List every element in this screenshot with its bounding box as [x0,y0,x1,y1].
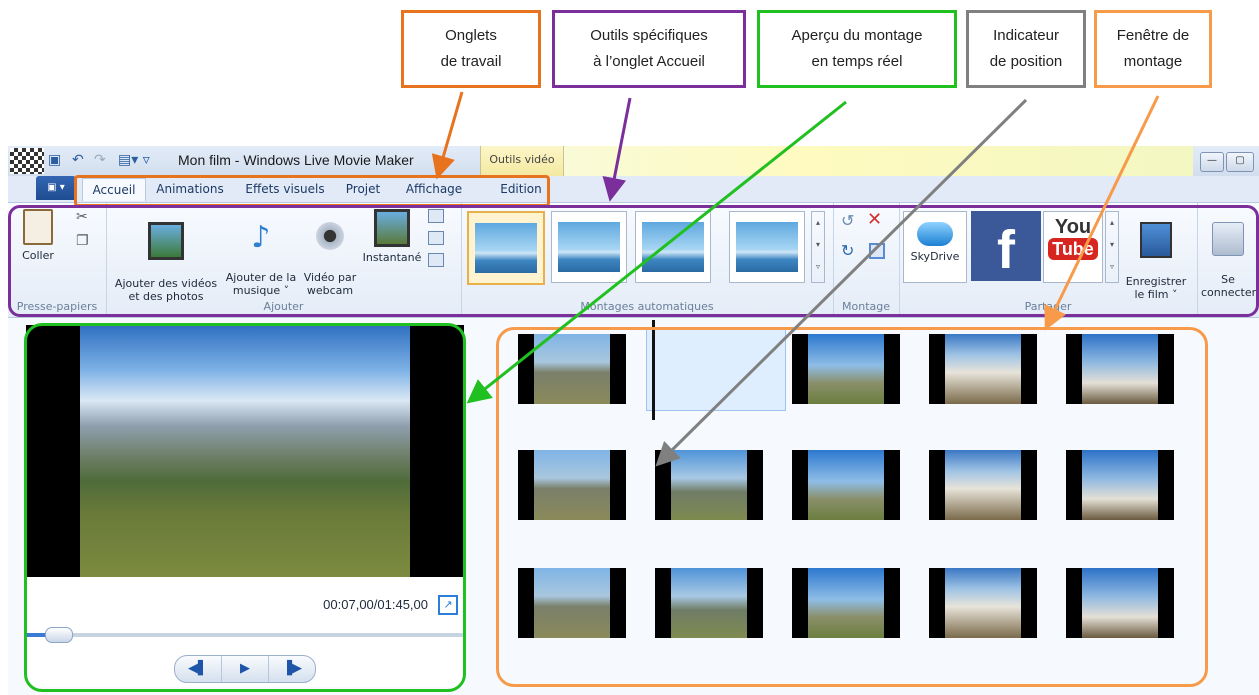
arrow-outils [602,97,632,202]
arrow-apercu [466,100,847,404]
arrow-fenetre [1044,95,1160,331]
callout-arrows [431,91,1160,467]
arrow-onglets [431,91,464,180]
arrow-indicateur [655,98,1028,467]
